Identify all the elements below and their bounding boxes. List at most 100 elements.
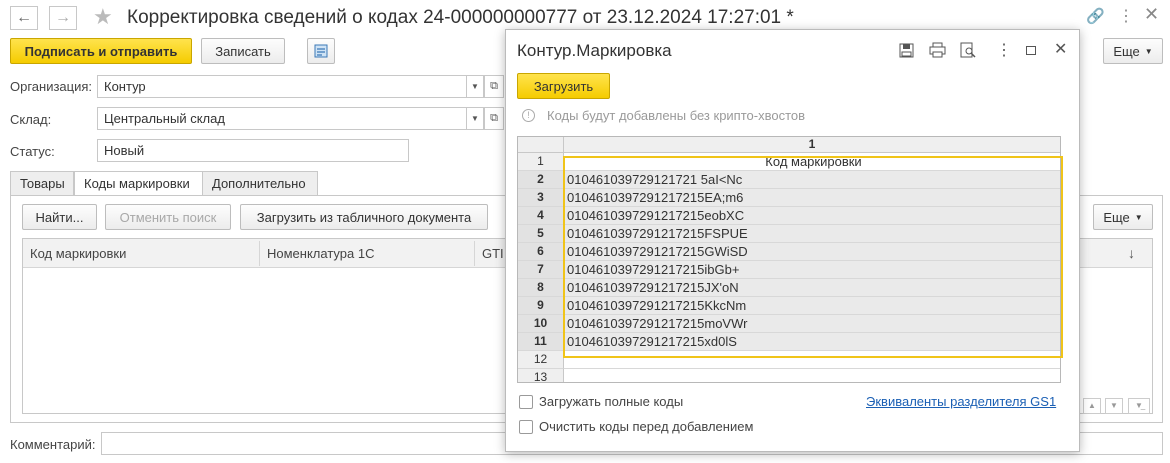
- star-icon[interactable]: ★: [93, 4, 113, 30]
- code-cell[interactable]: 0104610397291217215moVWr: [564, 315, 1060, 333]
- code-cell[interactable]: 0104610397291217215KkcNm: [564, 297, 1060, 315]
- tab-more-button[interactable]: Еще ▼: [1093, 204, 1153, 230]
- row-number[interactable]: 6: [518, 243, 564, 261]
- window-title: Корректировка сведений о кодах 24-000000…: [127, 7, 794, 28]
- row-number[interactable]: 4: [518, 207, 564, 225]
- comment-label: Комментарий:: [10, 437, 96, 452]
- dialog-close-icon[interactable]: ✕: [1054, 39, 1067, 59]
- link-icon[interactable]: 🔗: [1086, 7, 1105, 25]
- save-button[interactable]: Записать: [201, 38, 285, 64]
- tab-more-label: Еще: [1103, 209, 1130, 225]
- row-number[interactable]: 7: [518, 261, 564, 279]
- grid-row[interactable]: 5 0104610397291217215FSPUE: [518, 225, 1060, 243]
- col-header-nomenclature[interactable]: Номенклатура 1С: [267, 246, 374, 261]
- row-number[interactable]: 1: [518, 153, 564, 171]
- tab-additional[interactable]: Дополнительно: [202, 171, 318, 196]
- grid-row[interactable]: 13: [518, 369, 1060, 382]
- header-cell[interactable]: Код маркировки: [564, 153, 1060, 171]
- code-cell[interactable]: 0104610397291217215ibGb+: [564, 261, 1060, 279]
- grid-row[interactable]: 12: [518, 351, 1060, 369]
- grid-row[interactable]: 9 0104610397291217215KkcNm: [518, 297, 1060, 315]
- info-text: Коды будут добавлены без крипто-хвостов: [547, 108, 806, 123]
- code-cell[interactable]: 010461039729121721 5aI<Nc: [564, 171, 1060, 189]
- row-number[interactable]: 9: [518, 297, 564, 315]
- row-number[interactable]: 2: [518, 171, 564, 189]
- grid-row[interactable]: 6 0104610397291217215GWiSD: [518, 243, 1060, 261]
- back-button[interactable]: ←: [10, 6, 38, 30]
- warehouse-label: Склад:: [10, 112, 52, 127]
- code-cell[interactable]: [564, 369, 1060, 382]
- close-window-icon[interactable]: ✕: [1144, 4, 1159, 25]
- org-field[interactable]: Контур: [97, 75, 467, 98]
- forward-button[interactable]: →: [49, 6, 77, 30]
- sort-down-icon[interactable]: ↓: [1128, 245, 1135, 261]
- print-icon[interactable]: [929, 42, 946, 61]
- code-cell[interactable]: 0104610397291217215FSPUE: [564, 225, 1060, 243]
- code-cell[interactable]: 0104610397291217215JX'oN: [564, 279, 1060, 297]
- clear-codes-checkbox[interactable]: [519, 420, 533, 434]
- grid-row[interactable]: 7 0104610397291217215ibGb+: [518, 261, 1060, 279]
- grid-rows: 1 Код маркировки 2 010461039729121721 5aI<N…: [518, 153, 1060, 382]
- scroll-up-icon[interactable]: ▲: [1083, 398, 1101, 414]
- warehouse-field[interactable]: Центральный склад: [97, 107, 467, 130]
- corner-cell: [518, 137, 564, 153]
- col-header-gtin[interactable]: GTI: [482, 246, 504, 261]
- more-label: Еще: [1113, 43, 1140, 59]
- status-field: Новый: [97, 139, 409, 162]
- grid-row[interactable]: 8 0104610397291217215JX'oN: [518, 279, 1060, 297]
- row-number[interactable]: 5: [518, 225, 564, 243]
- dialog-menu-icon[interactable]: ⋮: [996, 40, 1012, 60]
- row-number[interactable]: 13: [518, 369, 564, 382]
- kontur-marking-dialog: Контур.Маркировка ⋮ ✕ Загрузить ! Коды б…: [505, 29, 1080, 452]
- warehouse-open-icon[interactable]: ⧉: [484, 107, 504, 130]
- col-divider: [259, 241, 260, 266]
- clear-codes-label: Очистить коды перед добавлением: [539, 419, 754, 434]
- save-icon[interactable]: [899, 43, 914, 61]
- tab-goods[interactable]: Товары: [10, 171, 74, 196]
- row-number[interactable]: 11: [518, 333, 564, 351]
- spreadsheet[interactable]: 1 1 Код маркировки 2 010461039729121721 5aI…: [517, 136, 1061, 383]
- report-icon: [314, 44, 328, 58]
- grid-row[interactable]: 1 Код маркировки: [518, 153, 1060, 171]
- org-label: Организация:: [10, 79, 93, 94]
- cancel-search-button[interactable]: Отменить поиск: [105, 204, 231, 230]
- maximize-icon[interactable]: [1026, 46, 1036, 55]
- gs1-link[interactable]: Эквиваленты разделителя GS1: [866, 394, 1056, 409]
- chevron-down-icon: ▼: [1144, 46, 1153, 56]
- warehouse-dropdown-icon[interactable]: ▼: [467, 107, 484, 130]
- row-number[interactable]: 10: [518, 315, 564, 333]
- status-label: Статус:: [10, 144, 55, 159]
- load-from-table-button[interactable]: Загрузить из табличного документа: [240, 204, 488, 230]
- scroll-down-icon[interactable]: ▼: [1105, 398, 1123, 414]
- code-cell[interactable]: 0104610397291217215eobXC: [564, 207, 1060, 225]
- report-icon-button[interactable]: [307, 38, 335, 64]
- row-number[interactable]: 3: [518, 189, 564, 207]
- column-header[interactable]: 1: [564, 137, 1060, 153]
- code-cell[interactable]: 0104610397291217215EA;m6: [564, 189, 1060, 207]
- menu-dots-icon[interactable]: ⋮: [1118, 6, 1134, 26]
- dialog-load-button[interactable]: Загрузить: [517, 73, 610, 99]
- code-cell[interactable]: 0104610397291217215GWiSD: [564, 243, 1060, 261]
- code-cell[interactable]: 0104610397291217215xd0lS: [564, 333, 1060, 351]
- grid-row[interactable]: 11 0104610397291217215xd0lS: [518, 333, 1060, 351]
- preview-icon[interactable]: [960, 42, 976, 61]
- tab-marking-codes[interactable]: Коды маркировки: [74, 171, 203, 196]
- grid-row[interactable]: 10 0104610397291217215moVWr: [518, 315, 1060, 333]
- org-open-icon[interactable]: ⧉: [484, 75, 504, 98]
- row-number[interactable]: 8: [518, 279, 564, 297]
- scroll-end-icon[interactable]: ▼̲: [1128, 398, 1150, 414]
- org-dropdown-icon[interactable]: ▼: [467, 75, 484, 98]
- grid-row[interactable]: 4 0104610397291217215eobXC: [518, 207, 1060, 225]
- code-cell[interactable]: [564, 351, 1060, 369]
- find-button[interactable]: Найти...: [22, 204, 97, 230]
- row-number[interactable]: 12: [518, 351, 564, 369]
- sign-send-button[interactable]: Подписать и отправить: [10, 38, 192, 64]
- grid-row[interactable]: 3 0104610397291217215EA;m6: [518, 189, 1060, 207]
- col-header-code[interactable]: Код маркировки: [30, 246, 126, 261]
- more-button[interactable]: Еще ▼: [1103, 38, 1163, 64]
- chevron-down-icon: ▼: [1134, 212, 1143, 222]
- full-codes-checkbox[interactable]: [519, 395, 533, 409]
- info-icon: !: [522, 109, 535, 122]
- grid-row[interactable]: 2 010461039729121721 5aI<Nc: [518, 171, 1060, 189]
- dialog-title: Контур.Маркировка: [517, 41, 672, 60]
